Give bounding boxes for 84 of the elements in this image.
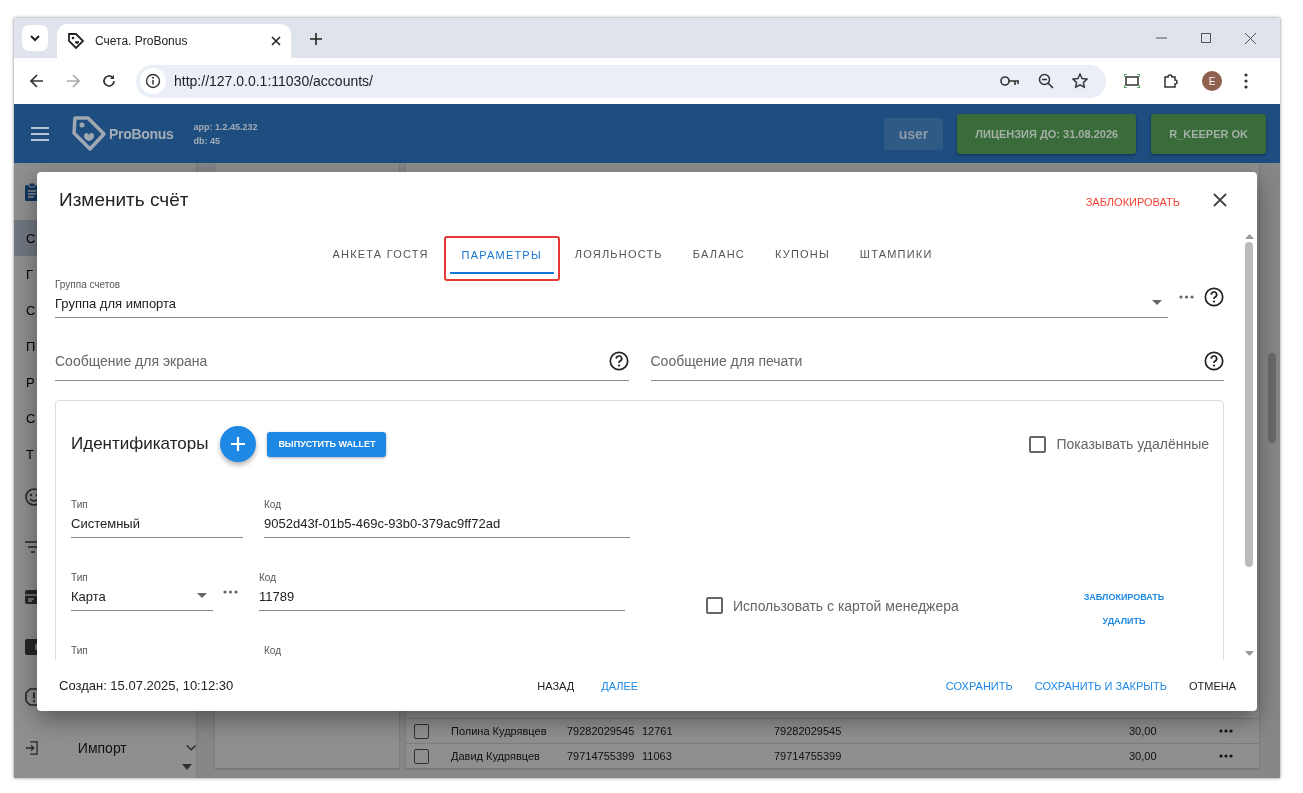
- close-icon[interactable]: [271, 36, 281, 46]
- action-button[interactable]: СОХРАНИТЬ: [945, 679, 1013, 692]
- tag-icon: [67, 32, 85, 50]
- sidebar-item[interactable]: Импорт: [14, 723, 196, 773]
- url-text: http://127.0.0.1:11030/accounts/: [174, 73, 373, 89]
- chevron-down-icon: [29, 34, 41, 42]
- help-icon[interactable]: [1204, 286, 1224, 307]
- issue-wallet-button[interactable]: ВЫПУСТИТЬ WALLET: [267, 431, 387, 457]
- table-cell: 12761: [642, 725, 673, 737]
- table-cell: 30,00: [1129, 725, 1157, 737]
- new-tab-icon[interactable]: [310, 33, 322, 45]
- menu-icon[interactable]: [1244, 73, 1248, 89]
- address-bar[interactable]: http://127.0.0.1:11030/accounts/: [136, 64, 1106, 98]
- code-field[interactable]: Код: [264, 645, 630, 660]
- type-field[interactable]: Тип: [71, 645, 243, 660]
- table-cell: 30,00: [1129, 750, 1157, 762]
- created-date: Создан: 15.07.2025, 10:12:30: [59, 678, 234, 693]
- dropdown-arrow-icon: [1152, 300, 1162, 305]
- app-version: app: 1.2.45.232: [193, 121, 258, 132]
- code-field[interactable]: Код 11789: [259, 572, 625, 611]
- star-icon[interactable]: [1072, 73, 1088, 89]
- puzzle-icon[interactable]: [1162, 72, 1180, 90]
- manager-card-checkbox[interactable]: Использовать с картой менеджера: [706, 597, 959, 614]
- scrollbar[interactable]: [1244, 234, 1254, 656]
- scroll-down-icon[interactable]: [1244, 651, 1254, 656]
- table-cell: 79714755399: [567, 750, 635, 762]
- info-icon[interactable]: [140, 68, 166, 94]
- close-icon[interactable]: [1213, 193, 1227, 207]
- code-field[interactable]: Код 9052d43f-01b5-469c-93b0-379ac9ff72ad: [264, 499, 630, 538]
- zoom-out-icon[interactable]: [1038, 73, 1054, 89]
- key-icon[interactable]: [1000, 75, 1020, 87]
- tab[interactable]: БАЛАНС: [677, 237, 760, 273]
- table-cell: Полина Кудрявцев: [451, 725, 547, 737]
- nav-button[interactable]: ДАЛЕЕ: [601, 679, 639, 692]
- nav-button[interactable]: НАЗАД: [537, 679, 575, 692]
- message-field[interactable]: Сообщение для печати: [650, 353, 1204, 369]
- more-icon[interactable]: [1219, 754, 1233, 758]
- message-field[interactable]: Сообщение для экрана: [55, 353, 609, 369]
- chevron-down-icon: [185, 744, 196, 752]
- more-icon[interactable]: [223, 590, 238, 594]
- dialog-title: Изменить счёт: [59, 189, 189, 211]
- action-link[interactable]: ЗАБЛОКИРОВАТЬ: [1083, 592, 1165, 602]
- plus-icon: [231, 437, 246, 451]
- tab-title: Счета. ProBonus: [95, 34, 189, 48]
- block-button[interactable]: ЗАБЛОКИРОВАТЬ: [1085, 196, 1180, 208]
- reload-icon[interactable]: [102, 74, 116, 88]
- row-checkbox[interactable]: [414, 723, 429, 739]
- tab[interactable]: ШТАМПИКИ: [844, 237, 948, 273]
- db-version: db: 45: [193, 135, 221, 146]
- back-icon[interactable]: [30, 74, 44, 88]
- browser-tab[interactable]: Счета. ProBonus: [57, 24, 291, 58]
- show-deleted-checkbox[interactable]: Показывать удалённые: [1029, 435, 1209, 453]
- action-link[interactable]: УДАЛИТЬ: [1102, 616, 1146, 626]
- tab[interactable]: ПАРАМЕТРЫ: [449, 238, 554, 274]
- tab[interactable]: АНКЕТА ГОСТЯ: [317, 237, 444, 273]
- table-cell: 79282029545: [567, 725, 635, 737]
- type-field[interactable]: Тип Системный: [71, 499, 243, 538]
- row-checkbox[interactable]: [414, 748, 429, 764]
- table-cell: Давид Кудрявцев: [451, 750, 540, 762]
- tag-heart-logo-icon: [71, 114, 107, 153]
- action-button[interactable]: ОТМЕНА: [1188, 679, 1236, 692]
- screenshot-icon[interactable]: [1124, 74, 1140, 88]
- table-cell: 79282029545: [774, 725, 842, 737]
- section-title: Идентификаторы: [71, 434, 209, 454]
- more-icon[interactable]: [1219, 729, 1233, 733]
- profile-avatar[interactable]: E: [1202, 71, 1222, 91]
- login-icon: [25, 740, 39, 756]
- table-cell: 11063: [642, 750, 672, 762]
- maximize-icon[interactable]: [1201, 33, 1211, 43]
- help-icon[interactable]: [1204, 351, 1224, 371]
- action-button[interactable]: СОХРАНИТЬ И ЗАКРЫТЬ: [1034, 679, 1167, 692]
- table-cell: 79714755399: [774, 750, 842, 762]
- brand-name: ProBonus: [109, 125, 174, 142]
- scroll-up-icon[interactable]: [1244, 234, 1254, 239]
- tab[interactable]: ЛОЯЛЬНОСТЬ: [559, 237, 678, 273]
- tab[interactable]: КУПОНЫ: [759, 237, 845, 273]
- help-icon[interactable]: [608, 351, 629, 371]
- add-button[interactable]: [220, 426, 257, 462]
- type-select[interactable]: Тип Карта: [71, 572, 213, 611]
- account-group-select[interactable]: Группа счетов Группа для импорта: [55, 275, 1168, 318]
- scroll-down-icon[interactable]: [182, 764, 192, 770]
- tab-list-button[interactable]: [22, 25, 48, 51]
- dropdown-arrow-icon: [197, 593, 207, 598]
- more-icon[interactable]: [1179, 294, 1194, 299]
